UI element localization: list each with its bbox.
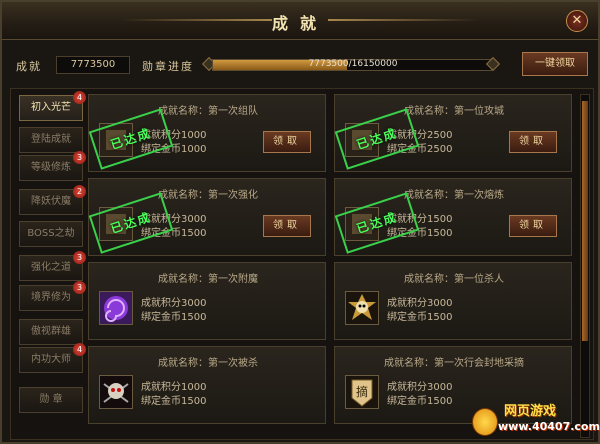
category-tab-label: 登陆成就	[31, 134, 71, 145]
reward-gold: 绑定金币1500	[141, 312, 207, 323]
title-bar: 成就 ✕	[2, 2, 598, 40]
notification-badge: 3	[73, 281, 86, 294]
score-label: 成就	[16, 60, 42, 73]
achievement-rewards: 成就积分1000 绑定金币1500	[141, 381, 206, 409]
category-tab-label: 等级修炼	[31, 162, 71, 173]
category-tab[interactable]: 内功大师 4	[19, 343, 86, 373]
category-tab[interactable]: 境界修为 3	[19, 281, 86, 311]
category-tab[interactable]: 初入光芒 4	[19, 91, 86, 121]
category-tab-label: BOSS之劫	[27, 228, 75, 239]
achievement-name: 成就名称：第一次强化	[158, 190, 258, 201]
category-tab-label: 境界修为	[31, 292, 71, 303]
mascot-icon	[472, 408, 498, 436]
achievement-rewards: 成就积分3000 绑定金币1500	[387, 381, 452, 409]
skull-gear-icon	[345, 291, 379, 325]
achievement-card: 成就名称：第一次熔炼 成就积分1500 绑定金币1500 领取 已达成	[334, 178, 572, 256]
reward-gold: 绑定金币1500	[141, 396, 207, 407]
notification-badge: 3	[73, 151, 86, 164]
achievement-name: 成就名称：第一次熔炼	[404, 190, 504, 201]
claim-all-button[interactable]: 一键领取	[522, 52, 588, 76]
reward-points: 成就积分1000	[141, 382, 207, 393]
watermark-title: 网页游戏	[504, 404, 557, 419]
title-ornament-right	[328, 19, 478, 21]
achievement-card: 成就名称：第一次强化 成就积分3000 绑定金币1500 领取 已达成	[88, 178, 326, 256]
medal-progress-bar: 7773500/16150000	[201, 56, 501, 74]
achievement-name: 成就名称：第一次附魔	[158, 274, 258, 285]
score-value: 7773500	[56, 56, 130, 74]
category-tab-label: 内功大师	[31, 354, 71, 365]
category-tab-label: 初入光芒	[31, 102, 71, 113]
achievement-name: 成就名称：第一位杀人	[404, 274, 504, 285]
progress-text: 7773500/16150000	[308, 59, 398, 69]
window-title: 成就	[271, 14, 328, 33]
category-tab-label: 傲视群雄	[31, 326, 71, 337]
achievement-name: 成就名称：第一位攻城	[404, 106, 504, 117]
achievement-card: 成就名称：第一次被杀成就积分1000 绑定金币1500	[88, 346, 326, 424]
progress-label: 勋章进度	[142, 60, 194, 73]
completed-stamp: 已达成	[334, 108, 420, 170]
achievement-card: 成就名称：第一次组队 成就积分1000 绑定金币1000 领取 已达成	[88, 94, 326, 172]
reward-points: 成就积分3000	[387, 298, 453, 309]
category-tab[interactable]: 等级修炼 3	[19, 151, 86, 181]
svg-text:摘: 摘	[356, 384, 368, 399]
achievement-name: 成就名称：第一次组队	[158, 106, 258, 117]
category-tab-label: 强化之道	[31, 262, 71, 273]
notification-badge: 4	[73, 343, 86, 356]
notification-badge: 4	[73, 91, 86, 104]
achievement-name: 成就名称：第一次行会封地采摘	[384, 358, 524, 369]
category-tab[interactable]: BOSS之劫	[19, 221, 83, 247]
list-scrollbar[interactable]	[580, 94, 590, 438]
achievement-window: 成就 ✕ 成就 7773500 勋章进度 7773500/16150000 一键…	[0, 0, 600, 444]
completed-stamp: 已达成	[88, 108, 174, 170]
completed-stamp: 已达成	[88, 192, 174, 254]
category-tab-label: 降妖伏魔	[31, 196, 71, 207]
completed-stamp: 已达成	[334, 192, 420, 254]
achievement-card: 成就名称：第一次附魔成就积分3000 绑定金币1500	[88, 262, 326, 340]
pick-badge-icon: 摘	[345, 375, 379, 409]
reward-gold: 绑定金币1500	[387, 396, 453, 407]
category-tab[interactable]: 强化之道 3	[19, 251, 86, 281]
reward-points: 成就积分3000	[387, 382, 453, 393]
close-button[interactable]: ✕	[566, 10, 588, 32]
achievement-rewards: 成就积分3000 绑定金币1500	[141, 297, 206, 325]
achievement-name: 成就名称：第一次被杀	[158, 358, 258, 369]
claim-button[interactable]: 领取	[263, 215, 311, 237]
category-tab-label: 勋 章	[39, 394, 63, 405]
red-skull-icon	[99, 375, 133, 409]
progress-track: 7773500/16150000	[212, 59, 492, 71]
summary-row: 成就 7773500 勋章进度 7773500/16150000 一键领取	[16, 52, 588, 78]
achievement-card: 成就名称：第一位攻城 成就积分2500 绑定金币2500 领取 已达成	[334, 94, 572, 172]
category-tab[interactable]: 降妖伏魔 2	[19, 185, 86, 215]
category-tab[interactable]: 傲视群雄	[19, 319, 83, 345]
site-watermark: 网页游戏 www.40407.com	[472, 398, 600, 442]
achievement-list: 成就名称：第一次组队 成就积分1000 绑定金币1000 领取 已达成 成就名称：第一位攻…	[88, 94, 576, 438]
notification-badge: 3	[73, 251, 86, 264]
category-tab[interactable]: 登陆成就	[19, 127, 83, 153]
reward-points: 成就积分3000	[141, 298, 207, 309]
claim-button[interactable]: 领取	[509, 131, 557, 153]
claim-button[interactable]: 领取	[263, 131, 311, 153]
reward-gold: 绑定金币1500	[387, 312, 453, 323]
achievement-rewards: 成就积分3000 绑定金币1500	[387, 297, 452, 325]
claim-button[interactable]: 领取	[509, 215, 557, 237]
watermark-url: www.40407.com	[498, 420, 600, 433]
scroll-thumb[interactable]	[582, 101, 588, 341]
achievement-card: 成就名称：第一位杀人成就积分3000 绑定金币1500	[334, 262, 572, 340]
category-tab[interactable]: 勋 章	[19, 387, 83, 413]
enchant-swirl-icon	[99, 291, 133, 325]
notification-badge: 2	[73, 185, 86, 198]
